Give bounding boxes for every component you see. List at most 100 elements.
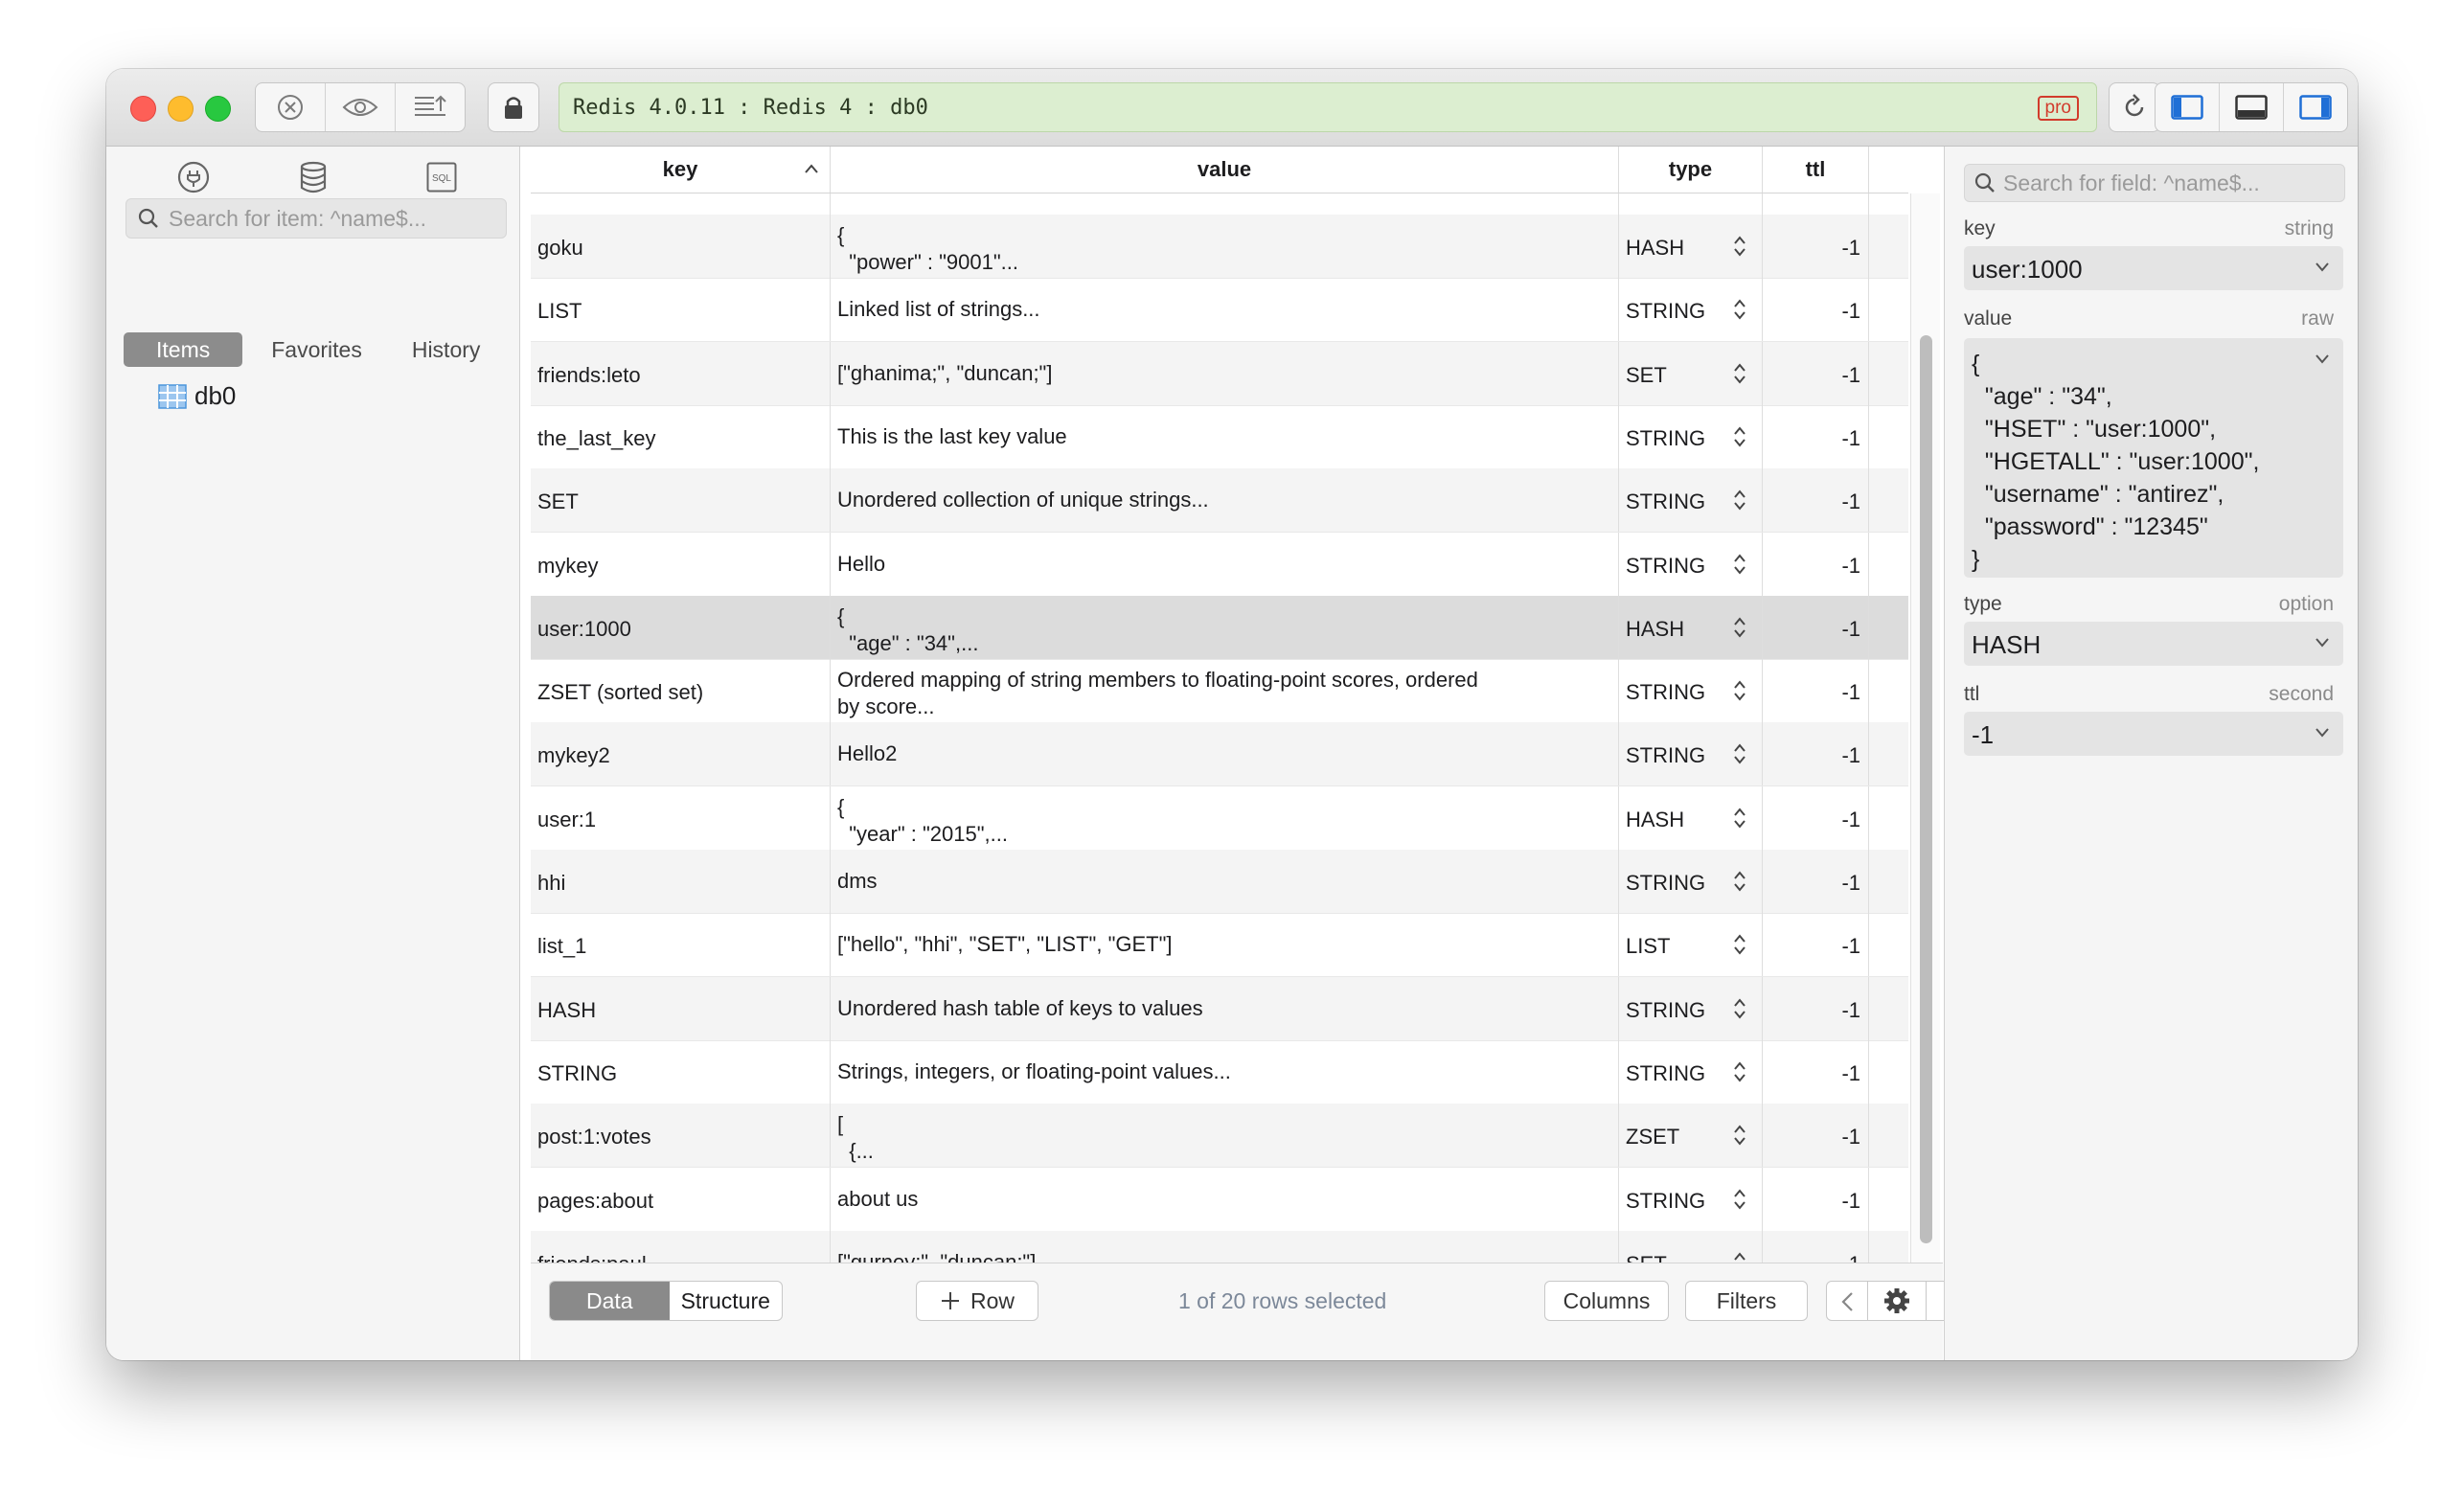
type-select[interactable]: HASH xyxy=(1964,622,2343,666)
stepper-icon[interactable] xyxy=(1733,488,1746,512)
cell-value: This is the last key value xyxy=(837,423,1067,448)
vertical-scrollbar[interactable] xyxy=(1910,193,1940,1263)
table-row[interactable]: post:1:votes [ {... ZSET -1 xyxy=(531,1104,1908,1169)
type-select-value: HASH xyxy=(1972,630,2042,659)
stepper-icon[interactable] xyxy=(1733,806,1746,831)
cell-key: user:1000 xyxy=(537,616,631,641)
toggle-right-panel-button[interactable] xyxy=(2284,83,2347,131)
key-field-value: user:1000 xyxy=(1972,255,2083,284)
key-field[interactable]: user:1000 xyxy=(1964,246,2343,290)
export-button[interactable] xyxy=(396,83,465,131)
previous-page-button[interactable] xyxy=(1827,1282,1868,1320)
stepper-icon[interactable] xyxy=(1733,1123,1746,1148)
toggle-bottom-panel-button[interactable] xyxy=(2220,83,2284,131)
cell-type: SET xyxy=(1626,362,1667,387)
view-mode-control: Data Structure xyxy=(549,1281,783,1321)
table-row[interactable]: STRING Strings, integers, or floating-poi… xyxy=(531,1039,1908,1104)
add-row-button[interactable]: Row xyxy=(916,1281,1038,1321)
cell-key: ZSET (sorted set) xyxy=(537,680,704,705)
table-row[interactable]: ZSET (sorted set) Ordered mapping of stri… xyxy=(531,659,1908,724)
ttl-field[interactable]: -1 xyxy=(1964,712,2343,756)
segment-favorites[interactable]: Favorites xyxy=(250,332,383,367)
stepper-icon[interactable] xyxy=(1733,615,1746,640)
bottom-toolbar: Data Structure Row 1 of 20 rows selected… xyxy=(531,1263,1977,1360)
value-editor-text: { "age" : "34", "HSET" : "user:1000", "H… xyxy=(1972,351,2260,573)
connection-tab[interactable] xyxy=(174,158,213,196)
table-row[interactable]: goku { "power" : "9001"... HASH -1 xyxy=(531,215,1908,279)
structure-tab[interactable]: Structure xyxy=(670,1282,782,1320)
stepper-icon[interactable] xyxy=(1733,297,1746,322)
table-row[interactable]: pages:about about us STRING -1 xyxy=(531,1167,1908,1232)
stepper-icon[interactable] xyxy=(1733,932,1746,957)
value-editor[interactable]: { "age" : "34", "HSET" : "user:1000", "H… xyxy=(1964,338,2343,578)
stepper-icon[interactable] xyxy=(1733,869,1746,894)
column-header-value[interactable]: value xyxy=(831,147,1619,193)
table-row[interactable]: mykey2 Hello2 STRING -1 xyxy=(531,722,1908,787)
app-window: Redis 4.0.11 : Redis 4 : db0 pro SQL Sea… xyxy=(106,69,2358,1360)
data-tab[interactable]: Data xyxy=(550,1282,670,1320)
table-row[interactable]: friends:paul ["gurney;", "duncan;"] SET -1 xyxy=(531,1230,1908,1263)
cell-ttl: -1 xyxy=(1841,807,1860,831)
column-header-type[interactable]: type xyxy=(1619,147,1763,193)
column-header-key[interactable]: key xyxy=(531,147,831,193)
lock-button[interactable] xyxy=(488,82,539,132)
cell-key: LIST xyxy=(537,299,582,324)
pro-badge[interactable]: pro xyxy=(2037,96,2079,121)
table-row[interactable]: user:1 { "year" : "2015",... HASH -1 xyxy=(531,785,1908,851)
scrollbar-thumb[interactable] xyxy=(1920,335,1932,1243)
field-search-input[interactable]: Search for field: ^name$... xyxy=(1964,164,2345,202)
toggle-left-panel-button[interactable] xyxy=(2156,83,2220,131)
columns-button[interactable]: Columns xyxy=(1544,1281,1669,1321)
value-field-format-hint[interactable]: raw xyxy=(2301,307,2334,330)
pagination-settings-button[interactable] xyxy=(1868,1282,1927,1320)
table-row[interactable]: mykey Hello STRING -1 xyxy=(531,532,1908,597)
item-search-input[interactable]: Search for item: ^name$... xyxy=(125,198,507,239)
table-row[interactable]: HASH Unordered hash table of keys to valu… xyxy=(531,976,1908,1041)
sidebar: SQL Search for item: ^name$... Items Fav… xyxy=(106,147,520,1360)
cell-value: Unordered hash table of keys to values xyxy=(837,995,1203,1020)
stepper-icon[interactable] xyxy=(1733,1059,1746,1084)
stepper-icon[interactable] xyxy=(1733,996,1746,1021)
stepper-icon[interactable] xyxy=(1733,678,1746,703)
zoom-window-button[interactable] xyxy=(205,96,231,122)
table-row[interactable]: SET Unordered collection of unique string… xyxy=(531,468,1908,534)
table-row[interactable]: list_1 ["hello", "hhi", "SET", "LIST", "G… xyxy=(531,913,1908,978)
cell-value: ["gurney;", "duncan;"] xyxy=(837,1249,1037,1263)
table-row[interactable]: hhi dms STRING -1 xyxy=(531,850,1908,914)
detail-panel: Search for field: ^name$... key string u… xyxy=(1944,147,2358,1360)
cell-ttl: -1 xyxy=(1841,1060,1860,1085)
eye-icon xyxy=(342,99,378,116)
data-table: key value type ttl hello world STRING -1… xyxy=(531,147,1977,1360)
cell-ttl: -1 xyxy=(1841,743,1860,768)
tree-item-db0[interactable]: db0 xyxy=(158,381,236,411)
table-icon xyxy=(158,383,187,409)
preview-button[interactable] xyxy=(326,83,396,131)
close-connection-button[interactable] xyxy=(256,83,326,131)
refresh-button[interactable] xyxy=(2109,82,2160,132)
connection-label: Redis 4.0.11 : Redis 4 : db0 xyxy=(573,96,928,120)
minimize-window-button[interactable] xyxy=(168,96,194,122)
table-row[interactable]: user:1000 { "age" : "34",... HASH -1 xyxy=(531,595,1908,660)
filters-button[interactable]: Filters xyxy=(1685,1281,1808,1321)
stepper-icon[interactable] xyxy=(1733,424,1746,449)
sql-tab[interactable]: SQL xyxy=(422,158,461,196)
segment-history[interactable]: History xyxy=(391,332,502,367)
chevron-down-icon xyxy=(2316,262,2329,272)
stepper-icon[interactable] xyxy=(1733,1250,1746,1263)
stepper-icon[interactable] xyxy=(1733,361,1746,386)
close-window-button[interactable] xyxy=(130,96,156,122)
stepper-icon[interactable] xyxy=(1733,741,1746,766)
stepper-icon[interactable] xyxy=(1733,1187,1746,1212)
column-header-ttl[interactable]: ttl xyxy=(1763,147,1869,193)
toolbar-group-actions xyxy=(255,82,466,132)
table-row[interactable]: friends:leto ["ghanima;", "duncan;"] SET -1 xyxy=(531,341,1908,406)
selection-status: 1 of 20 rows selected xyxy=(1178,1288,1387,1313)
segment-items[interactable]: Items xyxy=(124,332,243,367)
stepper-icon[interactable] xyxy=(1733,552,1746,577)
table-row[interactable]: the_last_key This is the last key value ST… xyxy=(531,404,1908,469)
table-row[interactable]: LIST Linked list of strings... STRING -1 xyxy=(531,278,1908,343)
database-tab[interactable] xyxy=(294,158,332,196)
stepper-icon[interactable] xyxy=(1733,234,1746,259)
field-search-placeholder: Search for field: ^name$... xyxy=(2003,170,2260,195)
table-row-partial[interactable]: hello world STRING -1 xyxy=(531,193,1908,216)
